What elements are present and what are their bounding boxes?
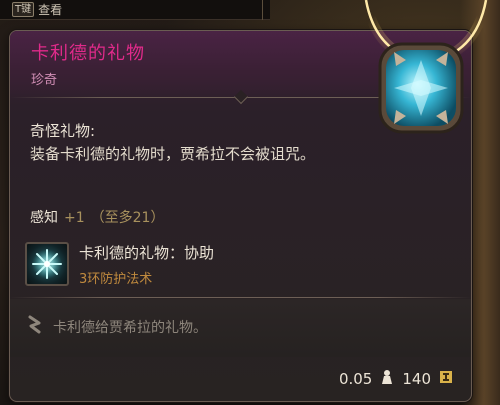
hotkey-hint-bar: T键 查看: [0, 0, 270, 20]
quill-icon: [27, 315, 43, 339]
aid-spell-icon[interactable]: [25, 242, 69, 286]
hotkey-label[interactable]: 查看: [38, 1, 62, 18]
hotkey-key: T键: [12, 2, 35, 17]
stat-value: +1: [64, 210, 85, 226]
stat-bonus: 感知 +1 （至多21）: [30, 207, 164, 227]
item-footer: 0.05 140: [339, 369, 453, 389]
turquoise-pendant-icon: [356, 0, 500, 160]
weight-icon: [380, 369, 394, 389]
item-name: 卡利德的礼物: [31, 43, 145, 64]
passive-title: 奇怪礼物:: [30, 122, 96, 140]
flavor-divider: [10, 297, 471, 298]
passive-description: 装备卡利德的礼物时，贾希拉不会被诅咒。: [30, 145, 316, 163]
item-weight: 0.05: [338, 370, 373, 388]
stat-cap: （至多21）: [90, 210, 165, 226]
spell-text: 卡利德的礼物：协助 3环防护法术: [79, 242, 214, 287]
item-value: 140: [402, 370, 431, 388]
gold-coin-icon: [439, 370, 453, 388]
item-rarity: 珍奇: [31, 73, 58, 88]
flavor-text: 卡利德给贾希拉的礼物。: [53, 320, 207, 336]
granted-spell[interactable]: 卡利德的礼物：协助 3环防护法术: [25, 237, 445, 291]
hotkey-divider: [262, 0, 270, 20]
stat-name: 感知: [30, 210, 58, 226]
spell-name: 卡利德的礼物：协助: [79, 243, 215, 262]
spell-level: 3环防护法术: [79, 271, 153, 287]
